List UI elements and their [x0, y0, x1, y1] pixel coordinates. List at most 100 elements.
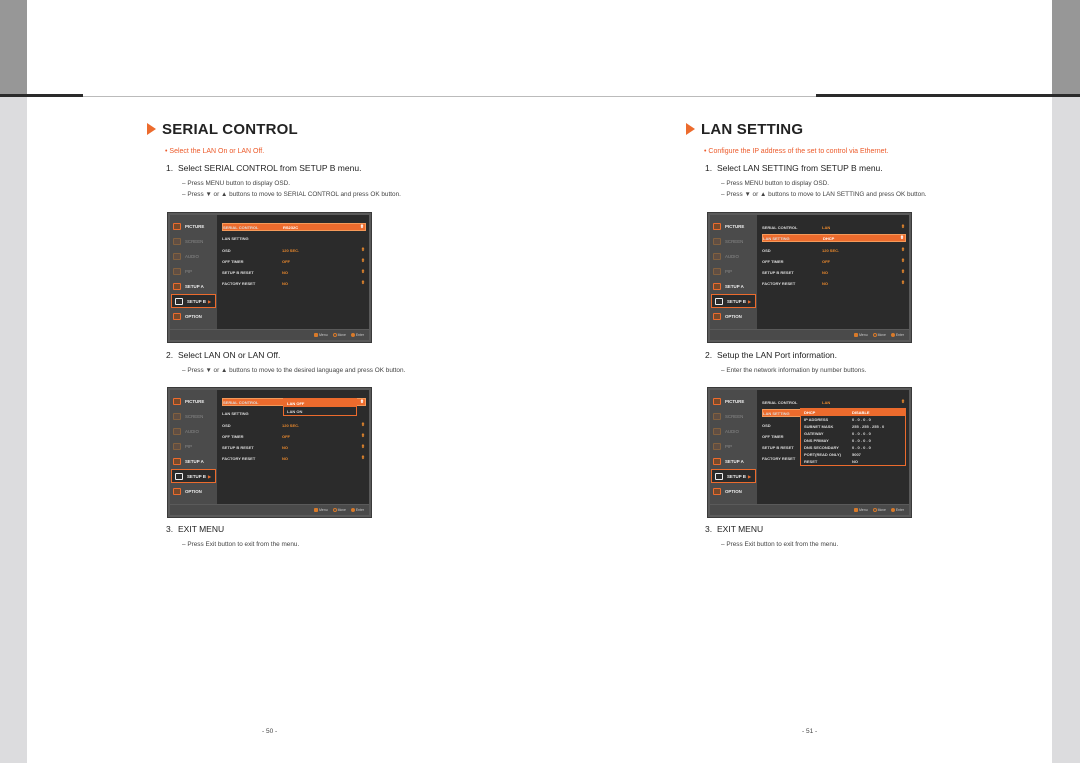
lan-field-row[interactable]: DHCP DISABLE: [801, 409, 905, 416]
osd-row-value: RS232C: [283, 224, 299, 230]
osd-menu-label: PIP: [185, 268, 193, 274]
option-icon: [173, 487, 181, 495]
osd-menu-item-pip[interactable]: PIP: [170, 264, 217, 278]
osd-menu-item-setup-b[interactable]: SETUP B ▶: [171, 469, 216, 483]
lan-field-row[interactable]: GATEWAY 0 . 0 . 0 . 0: [801, 430, 905, 437]
osd-row[interactable]: OFF TIMER OFF ⬍: [222, 257, 366, 265]
osd-row[interactable]: LAN SETTING DHCP ⬍: [762, 234, 906, 242]
osd-menu-item-setup-a[interactable]: SETUP A: [170, 279, 217, 293]
osd-row[interactable]: FACTORY RESET NO ⬍: [222, 454, 366, 462]
osd-row[interactable]: OSD 120 SEC. ⬍: [222, 421, 366, 429]
osd-menu-item-screen[interactable]: SCREEN: [710, 409, 757, 423]
osd-row[interactable]: OSD 120 SEC. ⬍: [222, 246, 366, 254]
osd-row[interactable]: LAN SETTING: [222, 234, 366, 242]
osd-screenshot-lan-port-info: PICTURE SCREEN AUDIO PIP SETUP A SETUP B ▶ OPTI…: [707, 387, 912, 518]
osd-menu-item-option[interactable]: OPTION: [710, 484, 757, 498]
up-down-arrow-icon: ⬍: [900, 224, 906, 230]
osd-sidebar: PICTURE SCREEN AUDIO PIP SETUP A SETUP B ▶ OPTI…: [170, 215, 217, 329]
osd-menu-item-audio[interactable]: AUDIO: [710, 249, 757, 263]
lan-field-row[interactable]: RESET NO: [801, 458, 905, 465]
lan-field-value: 0 . 0 . 0 . 0: [852, 431, 871, 436]
lan-field-row[interactable]: DNS PRIMAY 0 . 0 . 0 . 0: [801, 437, 905, 444]
osd-row[interactable]: OSD 120 SEC. ⬍: [762, 246, 906, 254]
osd-menu-label: SCREEN: [725, 238, 744, 244]
osd-menu-item-screen[interactable]: SCREEN: [170, 409, 217, 423]
step-3-sub-1: – Press Exit button to exit from the men…: [182, 541, 300, 548]
osd-menu-item-picture[interactable]: PICTURE: [170, 219, 217, 233]
osd-menu-label: AUDIO: [185, 253, 199, 259]
osd-menu-item-pip[interactable]: PIP: [710, 439, 757, 453]
lan-field-value: DISABLE: [852, 410, 870, 415]
footer-move: Move: [872, 333, 886, 337]
osd-menu-item-audio[interactable]: AUDIO: [170, 424, 217, 438]
section-arrow-icon: [686, 123, 695, 135]
osd-row[interactable]: SETUP B RESET NO ⬍: [222, 268, 366, 276]
osd-row-label: FACTORY RESET: [222, 455, 256, 461]
lan-field-value: 0 . 0 . 0 . 0: [852, 445, 871, 450]
osd-menu-item-picture[interactable]: PICTURE: [170, 394, 217, 408]
osd-menu-item-option[interactable]: OPTION: [710, 309, 757, 323]
osd-row[interactable]: SERIAL CONTROL LAN ⬍: [762, 223, 906, 231]
osd-menu-item-picture[interactable]: PICTURE: [710, 394, 757, 408]
osd-menu-item-option[interactable]: OPTION: [170, 309, 217, 323]
osd-row[interactable]: SERIAL CONTROL LAN ⬍: [762, 398, 906, 406]
osd-row[interactable]: FACTORY RESET NO ⬍: [762, 279, 906, 287]
section-note: • Select the LAN On or LAN Off.: [165, 148, 265, 155]
lan-field-row[interactable]: PORT(READ ONLY) 5007: [801, 451, 905, 458]
osd-row[interactable]: FACTORY RESET NO ⬍: [222, 279, 366, 287]
osd-row-value: LAN: [822, 224, 831, 230]
osd-row-value: 120 SEC.: [282, 247, 300, 253]
section-title-text: LAN SETTING: [701, 120, 804, 138]
osd-menu-label: PIP: [185, 443, 193, 449]
lan-field-row[interactable]: SUBNET MASK 255 . 255 . 255 . 0: [801, 423, 905, 430]
osd-menu-item-option[interactable]: OPTION: [170, 484, 217, 498]
osd-menu-item-picture[interactable]: PICTURE: [710, 219, 757, 233]
osd-body: PICTURE SCREEN AUDIO PIP SETUP A SETUP B ▶ OPTI…: [170, 215, 369, 329]
osd-row[interactable]: SETUP B RESET NO ⬍: [222, 443, 366, 451]
move-icon: [872, 508, 877, 512]
page-number-right: - 51 -: [802, 728, 818, 735]
osd-menu-item-screen[interactable]: SCREEN: [170, 234, 217, 248]
up-down-arrow-icon: ⬍: [900, 399, 906, 405]
osd-menu-label: SCREEN: [725, 413, 744, 419]
up-down-arrow-icon: ⬍: [359, 224, 365, 230]
lan-field-label: SUBNET MASK: [804, 424, 834, 429]
popup-option[interactable]: LAN ON: [284, 407, 356, 415]
osd-row-label: LAN SETTING: [222, 410, 249, 416]
osd-row[interactable]: SETUP B RESET NO ⬍: [762, 268, 906, 276]
osd-row-label: OSD: [222, 422, 231, 428]
up-down-arrow-icon: ⬍: [360, 422, 366, 428]
up-down-arrow-icon: ⬍: [360, 269, 366, 275]
osd-menu-item-pip[interactable]: PIP: [170, 439, 217, 453]
osd-menu-item-setup-b[interactable]: SETUP B ▶: [711, 469, 756, 483]
osd-menu-item-setup-b[interactable]: SETUP B ▶: [711, 294, 756, 308]
setup-a-icon: [713, 282, 721, 290]
popup-option[interactable]: LAN OFF: [284, 399, 356, 407]
osd-menu-item-setup-a[interactable]: SETUP A: [710, 454, 757, 468]
osd-row[interactable]: SERIAL CONTROL RS232C ⬍: [222, 223, 366, 231]
osd-menu-item-setup-b[interactable]: SETUP B ▶: [171, 294, 216, 308]
osd-menu-item-screen[interactable]: SCREEN: [710, 234, 757, 248]
pip-icon: [713, 267, 721, 275]
osd-menu-item-audio[interactable]: AUDIO: [710, 424, 757, 438]
up-down-arrow-icon: ⬍: [900, 280, 906, 286]
osd-menu-item-setup-a[interactable]: SETUP A: [710, 279, 757, 293]
osd-menu-item-pip[interactable]: PIP: [710, 264, 757, 278]
enter-icon: [890, 333, 895, 337]
osd-row[interactable]: OFF TIMER OFF ⬍: [762, 257, 906, 265]
osd-row-value: OFF: [282, 433, 290, 439]
osd-row-label: FACTORY RESET: [762, 280, 796, 286]
osd-menu-item-audio[interactable]: AUDIO: [170, 249, 217, 263]
lan-field-row[interactable]: IP ADDRESS 0 . 0 . 0 . 0: [801, 416, 905, 423]
up-down-arrow-icon: ⬍: [900, 258, 906, 264]
step-2-sub-1: – Press ▼ or ▲ buttons to move to the de…: [182, 367, 406, 374]
lan-field-row[interactable]: DNS SECONDARY 0 . 0 . 0 . 0: [801, 444, 905, 451]
osd-row[interactable]: OFF TIMER OFF ⬍: [222, 432, 366, 440]
osd-row-label: OFF TIMER: [762, 258, 784, 264]
audio-icon: [173, 252, 181, 260]
step-3-sub-1: – Press Exit button to exit from the men…: [721, 541, 839, 548]
osd-menu-item-setup-a[interactable]: SETUP A: [170, 454, 217, 468]
lan-field-label: RESET: [804, 459, 818, 464]
up-down-arrow-icon: ⬍: [899, 235, 905, 241]
left-margin-tab: [0, 0, 27, 95]
